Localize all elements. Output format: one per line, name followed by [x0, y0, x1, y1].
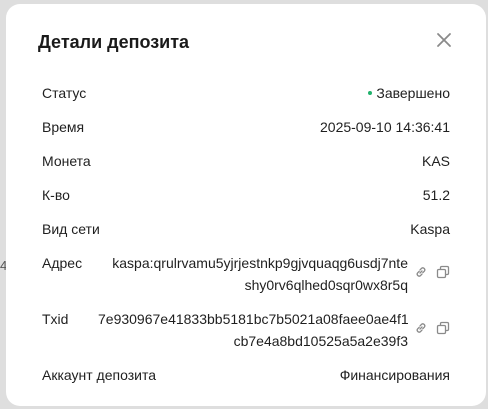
close-button[interactable]	[436, 32, 452, 48]
address-line-2: shy0rv6qlhed0sqr0wx8r5q	[244, 277, 408, 293]
address-link-button[interactable]	[414, 263, 428, 277]
coin-value: KAS	[421, 153, 450, 169]
quantity-value: 51.2	[422, 187, 450, 203]
copy-icon	[436, 265, 450, 279]
txid-value: 7e930967e41833bb5181bc7b5021a08faee0ae4f…	[98, 308, 409, 352]
row-coin: Монета KAS	[42, 150, 450, 172]
status-value: Завершено	[376, 85, 450, 101]
row-account: Аккаунт депозита Финансирования	[42, 364, 450, 386]
modal-title: Детали депозита	[38, 32, 190, 52]
coin-label: Монета	[42, 153, 91, 169]
row-time: Время 2025-09-10 14:36:41	[42, 116, 450, 138]
txid-label: Txid	[42, 311, 69, 327]
time-label: Время	[42, 119, 85, 135]
copy-icon	[436, 321, 450, 335]
status-value-wrap: Завершено	[368, 82, 450, 104]
address-line-1: kaspa:qrulrvamu5yjrjestnkp9gjvquaqg6usdj…	[112, 255, 408, 271]
txid-copy-button[interactable]	[436, 319, 450, 335]
status-label: Статус	[42, 85, 87, 101]
quantity-label: К-во	[42, 187, 70, 203]
txid-link-button[interactable]	[414, 319, 428, 333]
account-value: Финансирования	[339, 367, 450, 383]
row-network: Вид сети Kaspa	[42, 218, 450, 240]
txid-line-2: cb7e4a8bd10525a5a2e39f3	[233, 333, 408, 349]
row-status: Статус Завершено	[42, 82, 450, 104]
row-quantity: К-во 51.2	[42, 184, 450, 206]
close-icon	[437, 33, 451, 47]
link-icon	[416, 267, 426, 277]
status-dot-icon	[368, 91, 373, 96]
address-copy-button[interactable]	[436, 263, 450, 279]
account-label: Аккаунт депозита	[42, 367, 157, 383]
network-label: Вид сети	[42, 221, 100, 237]
row-address: Адрес kaspa:qrulrvamu5yjrjestnkp9gjvquaq…	[42, 252, 450, 296]
txid-line-1: 7e930967e41833bb5181bc7b5021a08faee0ae4f…	[98, 311, 409, 327]
deposit-details-modal: Детали депозита Статус Завершено Время 2…	[6, 4, 486, 406]
time-value: 2025-09-10 14:36:41	[320, 119, 450, 135]
address-label: Адрес	[42, 255, 83, 271]
row-txid: Txid 7e930967e41833bb5181bc7b5021a08faee…	[42, 308, 450, 352]
address-value: kaspa:qrulrvamu5yjrjestnkp9gjvquaqg6usdj…	[98, 252, 408, 296]
link-icon	[416, 323, 426, 333]
network-value: Kaspa	[410, 221, 450, 237]
